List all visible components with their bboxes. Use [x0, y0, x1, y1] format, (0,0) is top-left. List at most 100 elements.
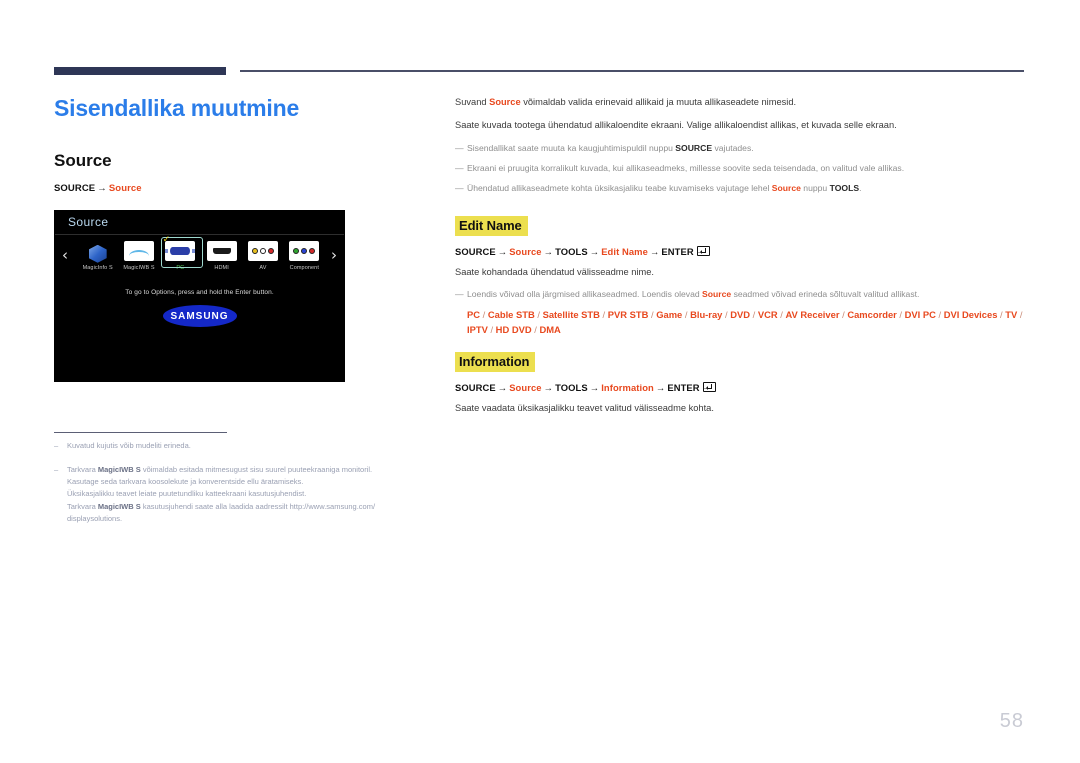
source-item-av[interactable]: AV: [242, 237, 283, 283]
path-seg-enter: ENTER: [667, 381, 700, 393]
tv-source-menu-screenshot: Source ‹ › MagicInfo S MagicIWB S ✓ PC H…: [54, 210, 345, 383]
footnote-text: Tarkvara: [67, 465, 98, 475]
footnote-bold: MagicIWB S: [97, 465, 141, 475]
source-item-magicinfo-s[interactable]: MagicInfo S: [77, 237, 118, 283]
note-pre: Ühendatud allikaseadmete kohta üksikasja…: [467, 182, 772, 193]
path-arrow-icon: →: [589, 245, 600, 257]
source-item-component[interactable]: Component: [284, 237, 325, 283]
device-name: Cable STB: [487, 309, 535, 321]
path-seg-source-key: SOURCE: [455, 381, 496, 393]
note-dash-icon: —: [455, 162, 464, 173]
device-name: TV: [1005, 309, 1018, 321]
prev-arrow-icon[interactable]: ‹: [62, 248, 68, 263]
source-item-label: AV: [259, 265, 267, 272]
intro-paragraph: Suvand Source võimaldab valida erinevaid…: [455, 96, 1027, 110]
path-source-target: Source: [108, 183, 142, 195]
footnote-text: displaysolutions.: [67, 513, 123, 523]
footnote-dash-icon: –: [54, 465, 59, 475]
path-arrow-icon: →: [649, 245, 660, 257]
page-title: Sisendallika muutmine: [54, 95, 300, 121]
footnote-item: – Kuvatud kujutis võib mudeliti erineda.: [54, 440, 446, 452]
note-pre: Sisendallikat saate muuta ka kaugjuhtimi…: [467, 142, 676, 153]
footnote-text: võimaldab esitada mitmesugust sisu suure…: [140, 465, 373, 475]
device-name: DVI Devices: [943, 309, 998, 321]
path-seg-enter: ENTER: [661, 245, 694, 257]
header-rule-line: [240, 70, 1024, 72]
note-mid: nuppu: [800, 182, 830, 193]
device-name: PC: [467, 309, 481, 321]
footnote-list: – Kuvatud kujutis võib mudeliti erineda.…: [54, 440, 446, 537]
source-item-label: Component: [289, 265, 319, 272]
menu-path-source: SOURCE → Source: [54, 183, 426, 194]
check-mark-icon: ✓: [162, 235, 171, 246]
path-arrow-icon: →: [543, 381, 554, 393]
information-description: Saate vaadata üksikasjalikku teavet vali…: [455, 402, 714, 413]
subsection-title-edit-name: Edit Name: [455, 215, 528, 236]
tv-menu-header: Source: [55, 211, 344, 236]
enter-key-icon: [702, 381, 716, 392]
edit-name-description: Saate kohandada ühendatud välisseadme ni…: [455, 266, 654, 277]
note-dash-icon: —: [455, 182, 464, 193]
path-arrow-icon: →: [497, 245, 508, 257]
path-seg-tools: TOOLS: [555, 245, 588, 257]
magicinfo-cube-icon: [83, 241, 113, 263]
device-name: Game: [656, 309, 683, 321]
note-post: vajutades.: [712, 142, 754, 153]
footnote-text: Üksikasjalikku teavet leiate puutetundli…: [67, 489, 307, 499]
intro-paragraph: Saate kuvada tootega ühendatud allikaloe…: [455, 119, 1027, 133]
tv-menu-title: Source: [68, 215, 109, 230]
footnote-text: Tarkvara: [67, 501, 98, 511]
device-name: HD DVD: [495, 323, 532, 335]
hdmi-port-icon: [206, 241, 237, 262]
tv-options-hint: To go to Options, press and hold the Ent…: [125, 289, 274, 297]
intro-post: võimaldab valida erinevaid allikaid ja m…: [520, 97, 797, 107]
intro-post: Saate kuvada tootega ühendatud allikaloe…: [455, 119, 897, 130]
footnote-text: kasutusjuhendi saate alla laadida aadres…: [140, 501, 376, 511]
note-post: .: [859, 182, 862, 193]
page-number: 58: [999, 710, 1024, 732]
device-name: AV Receiver: [785, 309, 840, 321]
footnote-text: Kasutage seda tarkvara koosolekute ja ko…: [67, 477, 304, 487]
note-dash-icon: —: [455, 142, 464, 153]
device-name: Camcorder: [847, 309, 897, 321]
device-name: DVD: [730, 309, 751, 321]
header-accent-bar: [54, 67, 226, 75]
path-arrow-icon: →: [543, 245, 554, 257]
note-item: — Loendis võivad olla järgmised allikase…: [455, 288, 1027, 301]
footnote-item: – Tarkvara MagicIWB S võimaldab esitada …: [54, 464, 446, 525]
supported-device-list: PC / Cable STB / Satellite STB / PVR STB…: [467, 309, 1023, 335]
path-seg-source-key: SOURCE: [455, 245, 496, 257]
device-name: DMA: [539, 323, 561, 335]
source-item-label: MagicIWB S: [123, 265, 155, 272]
right-column: Suvand Source võimaldab valida erinevaid…: [455, 96, 1027, 424]
source-item-label: MagicInfo S: [82, 265, 113, 272]
source-item-hdmi[interactable]: HDMI: [201, 237, 242, 283]
intro-pre: Suvand: [455, 97, 490, 107]
path-seg-information: Information: [601, 381, 654, 393]
footnote-text: Kuvatud kujutis võib mudeliti erineda.: [67, 441, 191, 450]
path-arrow-icon: →: [497, 381, 508, 393]
menu-path-information: SOURCE → Source → TOOLS → Information → ENTER: [455, 381, 1027, 393]
source-item-pc[interactable]: ✓ PC: [160, 235, 203, 283]
path-seg-source: Source: [509, 245, 542, 257]
note-item: — Ühendatud allikaseadmete kohta üksikas…: [455, 182, 1027, 195]
source-item-label: HDMI: [214, 265, 229, 272]
device-name: DVI PC: [904, 309, 936, 321]
next-arrow-icon[interactable]: ›: [331, 248, 337, 263]
wave-icon: [123, 241, 154, 262]
subsection-title-information: Information: [455, 351, 536, 372]
path-arrow-icon: →: [589, 381, 600, 393]
source-item-magiciwb-s[interactable]: MagicIWB S: [118, 237, 159, 283]
tv-source-strip: ‹ › MagicInfo S MagicIWB S ✓ PC HDMI AV …: [55, 235, 344, 283]
device-name: Blu-ray: [690, 309, 723, 321]
left-column: Sisendallika muutmine Source SOURCE → Sour…: [54, 95, 426, 383]
footnote-bold: MagicIWB S: [97, 501, 141, 511]
note-bold: SOURCE: [675, 142, 713, 153]
note-dash-icon: —: [455, 289, 464, 300]
section-heading-source: Source: [54, 151, 112, 171]
device-name: IPTV: [467, 323, 488, 335]
device-name: PVR STB: [607, 309, 649, 321]
note-item: — Sisendallikat saate muuta ka kaugjuhti…: [455, 142, 1027, 155]
rca-component-jacks-icon: [289, 241, 320, 262]
note-post: seadmed võivad erineda sõltuvalt valitud…: [731, 289, 920, 300]
